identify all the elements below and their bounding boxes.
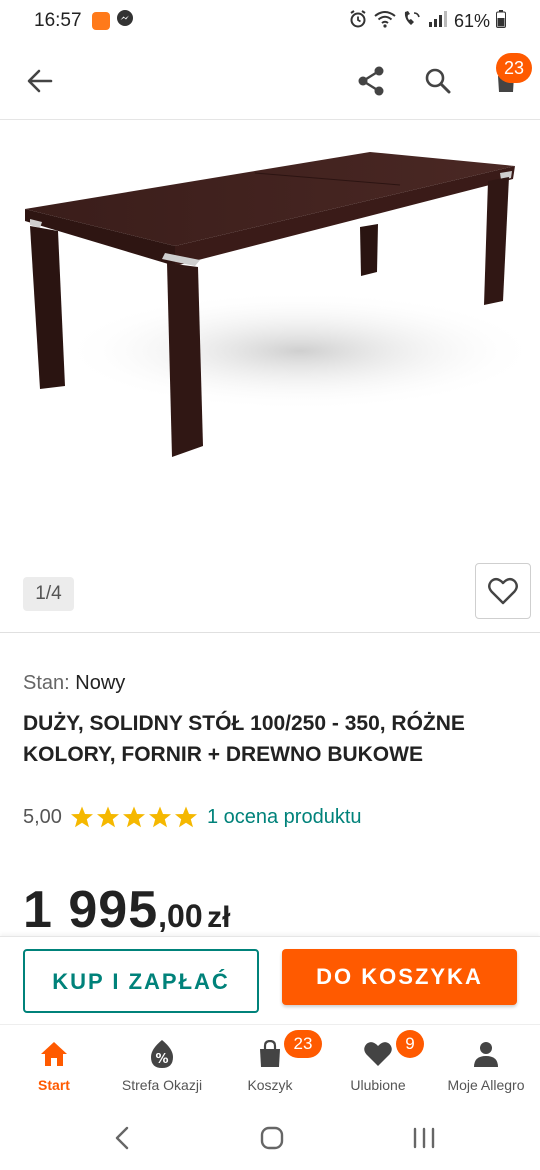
nav-favorites-badge: 9	[396, 1030, 424, 1058]
battery-icon	[496, 9, 506, 33]
price-main: 1 995	[23, 881, 159, 939]
purchase-action-bar: KUP I ZAPŁAĆ DO KOSZYKA	[0, 936, 540, 1024]
product-title: DUŻY, SOLIDNY STÓŁ 100/250 - 350, RÓŻNE …	[23, 712, 465, 766]
table-image	[25, 152, 540, 457]
nav-label: Koszyk	[247, 1077, 293, 1093]
condition-row: Stan: Nowy	[23, 672, 125, 695]
nav-label: Strefa Okazji	[121, 1077, 203, 1093]
bag-icon	[255, 1039, 285, 1069]
system-recents-icon[interactable]	[404, 1122, 444, 1154]
product-price: 1 995,00 zł	[23, 880, 230, 940]
nav-label: Ulubione	[350, 1077, 406, 1093]
system-navigation-bar	[0, 1106, 540, 1170]
gallery-counter: 1/4	[23, 577, 74, 611]
cart-count-badge: 23	[496, 53, 532, 83]
nav-moje-allegro[interactable]: Moje Allegro	[432, 1025, 540, 1107]
add-to-cart-button[interactable]: DO KOSZYKA	[282, 949, 517, 1005]
nav-strefa-okazji[interactable]: % Strefa Okazji	[108, 1025, 216, 1107]
nav-start[interactable]: Start	[0, 1025, 108, 1107]
condition-value: Nowy	[75, 672, 126, 694]
system-home-icon[interactable]	[252, 1122, 292, 1154]
notification-app-icon	[91, 12, 110, 30]
rating-row: 5,00 1 ocena produktu	[23, 803, 362, 831]
status-bar: 16:57 61%	[0, 0, 540, 42]
star-icon	[174, 806, 197, 828]
heart-icon	[363, 1039, 393, 1069]
system-back-icon[interactable]	[102, 1122, 142, 1154]
deals-icon: %	[147, 1039, 177, 1069]
add-to-favorites-button[interactable]	[475, 563, 531, 619]
star-icon	[96, 806, 119, 828]
star-icon	[122, 806, 145, 828]
search-icon[interactable]	[414, 57, 462, 105]
condition-label: Stan:	[23, 672, 70, 694]
buy-now-button[interactable]: KUP I ZAPŁAĆ	[23, 949, 259, 1013]
product-image[interactable]	[0, 121, 540, 633]
reviews-link[interactable]: 1 ocena produktu	[207, 806, 362, 829]
bottom-navigation: Start % Strefa Okazji Koszyk 23 Ulubione…	[0, 1024, 540, 1106]
app-bar: 23	[0, 42, 540, 120]
heart-outline-icon	[488, 577, 518, 605]
back-arrow-icon[interactable]	[16, 57, 64, 105]
home-icon	[39, 1039, 69, 1069]
rating-stars	[70, 805, 198, 829]
nav-label: Moje Allegro	[447, 1077, 525, 1093]
signal-icon	[428, 10, 448, 33]
battery-level: 61%	[453, 10, 490, 31]
price-currency: zł	[207, 901, 231, 934]
nav-label: Start	[38, 1077, 70, 1093]
star-icon	[148, 806, 171, 828]
star-icon	[70, 806, 93, 828]
status-time: 16:57	[34, 10, 82, 31]
messenger-icon	[116, 9, 134, 33]
rating-score: 5,00	[23, 805, 62, 828]
wifi-icon	[374, 10, 396, 33]
call-wifi-icon	[402, 10, 422, 33]
status-icons: 61%	[348, 9, 506, 34]
share-icon[interactable]	[347, 57, 395, 105]
price-decimal: ,00	[158, 898, 203, 934]
alarm-icon	[348, 9, 368, 34]
user-icon	[471, 1039, 501, 1069]
svg-text:%: %	[155, 1052, 168, 1067]
nav-cart-badge: 23	[284, 1030, 322, 1058]
